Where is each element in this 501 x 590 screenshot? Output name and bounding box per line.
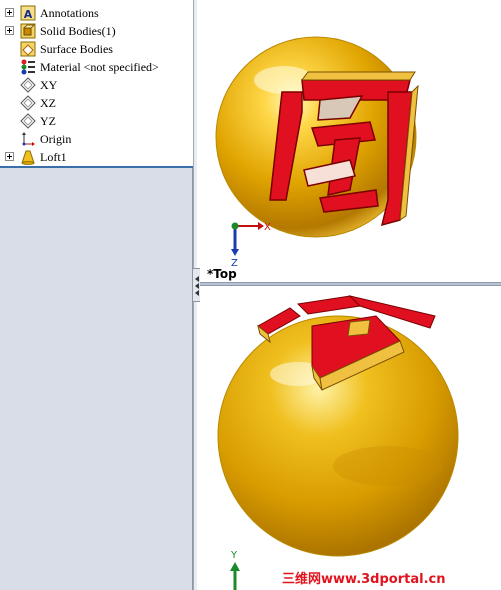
orientation-triad: Y (230, 550, 240, 590)
chevron-left-icon (195, 290, 199, 296)
tree-item-annotations[interactable]: A Annotations (0, 4, 193, 22)
tree-item-plane-yz[interactable]: YZ (0, 112, 193, 130)
expand-icon[interactable] (5, 26, 14, 35)
tree-item-label: Loft1 (40, 150, 67, 164)
expand-icon[interactable] (5, 152, 14, 161)
tree-item-surface-bodies[interactable]: Surface Bodies (0, 40, 193, 58)
watermark-text: 三维网www.3dportal.cn (282, 572, 446, 587)
tree-item-solid-bodies[interactable]: Solid Bodies(1) (0, 22, 193, 40)
tree-item-plane-xz[interactable]: XZ (0, 94, 193, 112)
loft-icon (20, 149, 36, 165)
feature-tree: A Annotations Solid Bodies(1) Surface Bo… (0, 0, 193, 168)
tree-item-label: Material <not specified> (40, 60, 159, 74)
gold-ball-iso-view: Y (217, 295, 459, 590)
tree-item-loft1[interactable]: Loft1 (0, 148, 193, 166)
plane-icon (20, 77, 36, 93)
chevron-left-icon (195, 283, 199, 289)
orientation-triad: X Z (231, 222, 271, 269)
tree-item-label: Surface Bodies (40, 42, 113, 56)
tree-item-label: XY (40, 78, 58, 92)
expand-icon[interactable] (5, 8, 14, 17)
tree-item-label: Origin (40, 132, 72, 146)
view-name-label: *Top (207, 267, 237, 281)
plane-icon (20, 113, 36, 129)
gold-ball-top-view: X Z (215, 36, 419, 269)
surface-bodies-icon (20, 41, 36, 57)
solid-bodies-icon (20, 23, 36, 39)
tree-item-plane-xy[interactable]: XY (0, 76, 193, 94)
tree-item-origin[interactable]: Origin (0, 130, 193, 148)
tree-item-label: YZ (40, 114, 56, 128)
material-icon (20, 59, 36, 75)
svg-text:X: X (264, 222, 271, 233)
plane-icon (20, 95, 36, 111)
origin-icon (20, 131, 36, 147)
tree-item-material[interactable]: Material <not specified> (0, 58, 193, 76)
annotations-icon: A (20, 5, 36, 21)
tree-item-label: Solid Bodies(1) (40, 24, 116, 38)
chevron-left-icon (195, 276, 199, 282)
graphics-viewport-bottom[interactable]: Y (200, 286, 501, 590)
graphics-viewport-top[interactable]: X Z (200, 0, 501, 282)
tree-item-label: XZ (40, 96, 56, 110)
tree-item-label: Annotations (40, 6, 99, 20)
feature-manager-panel: A Annotations Solid Bodies(1) Surface Bo… (0, 0, 193, 590)
svg-text:Y: Y (230, 550, 238, 561)
svg-text:A: A (24, 8, 33, 21)
